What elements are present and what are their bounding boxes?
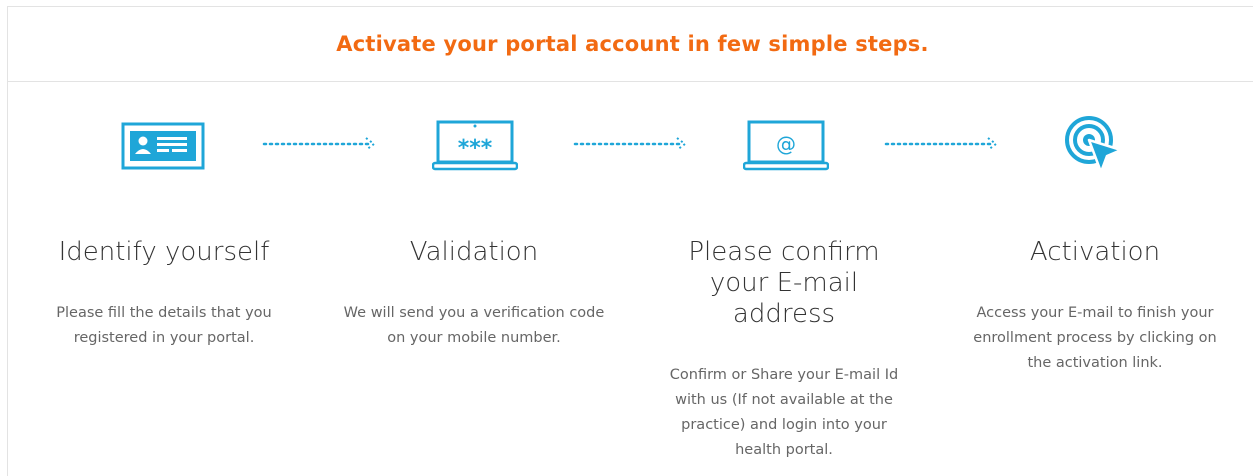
step-validation: Validation We will send you a verificati… bbox=[334, 237, 614, 351]
click-target-icon bbox=[1065, 116, 1123, 174]
step-title: Activation bbox=[1029, 237, 1161, 267]
step-title: Please confirm your E-mail address bbox=[688, 237, 880, 329]
step-title: Identify yourself bbox=[58, 237, 270, 267]
password-symbol: *** bbox=[458, 136, 493, 161]
step-activation: Activation Access your E-mail to finish … bbox=[964, 237, 1226, 376]
dotted-arrow-1 bbox=[262, 137, 376, 151]
laptop-password-icon: *** bbox=[432, 120, 518, 171]
step-title: Validation bbox=[409, 237, 539, 267]
step-confirm-email: Please confirm your E-mail address Confi… bbox=[650, 237, 918, 463]
laptop-email-icon: @ bbox=[743, 120, 829, 171]
page-title: Activate your portal account in few simp… bbox=[336, 32, 929, 56]
step-description: Please fill the details that you registe… bbox=[56, 305, 272, 346]
step-description: Access your E-mail to finish your enroll… bbox=[973, 305, 1217, 371]
step-description: We will send you a verification code on … bbox=[343, 305, 605, 346]
step-identify: Identify yourself Please fill the detail… bbox=[40, 237, 288, 351]
at-symbol: @ bbox=[776, 132, 796, 156]
id-card-icon bbox=[121, 122, 205, 170]
step-description: Confirm or Share your E-mail Id with us … bbox=[669, 367, 899, 458]
dotted-arrow-3 bbox=[884, 137, 998, 151]
header: Activate your portal account in few simp… bbox=[8, 7, 1253, 82]
dotted-arrow-2 bbox=[573, 137, 687, 151]
